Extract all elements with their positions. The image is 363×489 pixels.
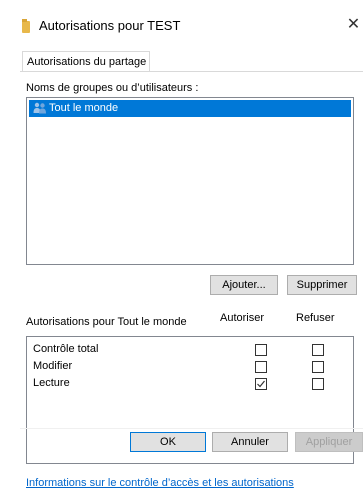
column-header-allow: Autoriser	[220, 312, 265, 324]
cancel-button[interactable]: Annuler	[212, 432, 288, 452]
ok-button[interactable]: OK	[130, 432, 206, 452]
window-title: Autorisations pour TEST	[39, 18, 181, 33]
permission-label: Lecture	[33, 377, 70, 389]
tab-strip: Autorisations du partage	[20, 51, 363, 71]
allow-modify-checkbox[interactable]	[255, 361, 267, 373]
add-button[interactable]: Ajouter...	[210, 275, 278, 295]
permission-row: Contrôle total	[33, 343, 98, 359]
divider	[20, 428, 363, 429]
remove-button[interactable]: Supprimer	[287, 275, 357, 295]
deny-read-checkbox[interactable]	[312, 378, 324, 390]
deny-full-control-checkbox[interactable]	[312, 344, 324, 356]
tab-content: Noms de groupes ou d’utilisateurs : Tout…	[20, 71, 363, 489]
help-link[interactable]: Informations sur le contrôle d’accès et …	[26, 477, 294, 489]
checkmark-icon	[257, 380, 265, 388]
column-header-deny: Refuser	[296, 312, 335, 324]
deny-modify-checkbox[interactable]	[312, 361, 324, 373]
groups-list[interactable]: Tout le monde	[26, 97, 354, 265]
users-icon	[33, 102, 46, 114]
allow-full-control-checkbox[interactable]	[255, 344, 267, 356]
title-bar: Autorisations pour TEST ✕	[0, 0, 363, 46]
folder-icon	[22, 19, 30, 33]
allow-read-checkbox[interactable]	[255, 378, 267, 390]
tab-share-permissions[interactable]: Autorisations du partage	[22, 51, 150, 71]
groups-label: Noms de groupes ou d’utilisateurs :	[26, 82, 199, 94]
permission-row: Modifier	[33, 360, 72, 376]
apply-button[interactable]: Appliquer	[295, 432, 363, 452]
permissions-label: Autorisations pour Tout le monde	[26, 316, 187, 328]
close-button[interactable]: ✕	[344, 14, 363, 36]
list-item-everyone[interactable]: Tout le monde	[29, 100, 351, 117]
list-item-label: Tout le monde	[49, 102, 119, 114]
permission-row: Lecture	[33, 377, 70, 393]
permission-label: Modifier	[33, 360, 73, 372]
permission-label: Contrôle total	[33, 343, 99, 355]
